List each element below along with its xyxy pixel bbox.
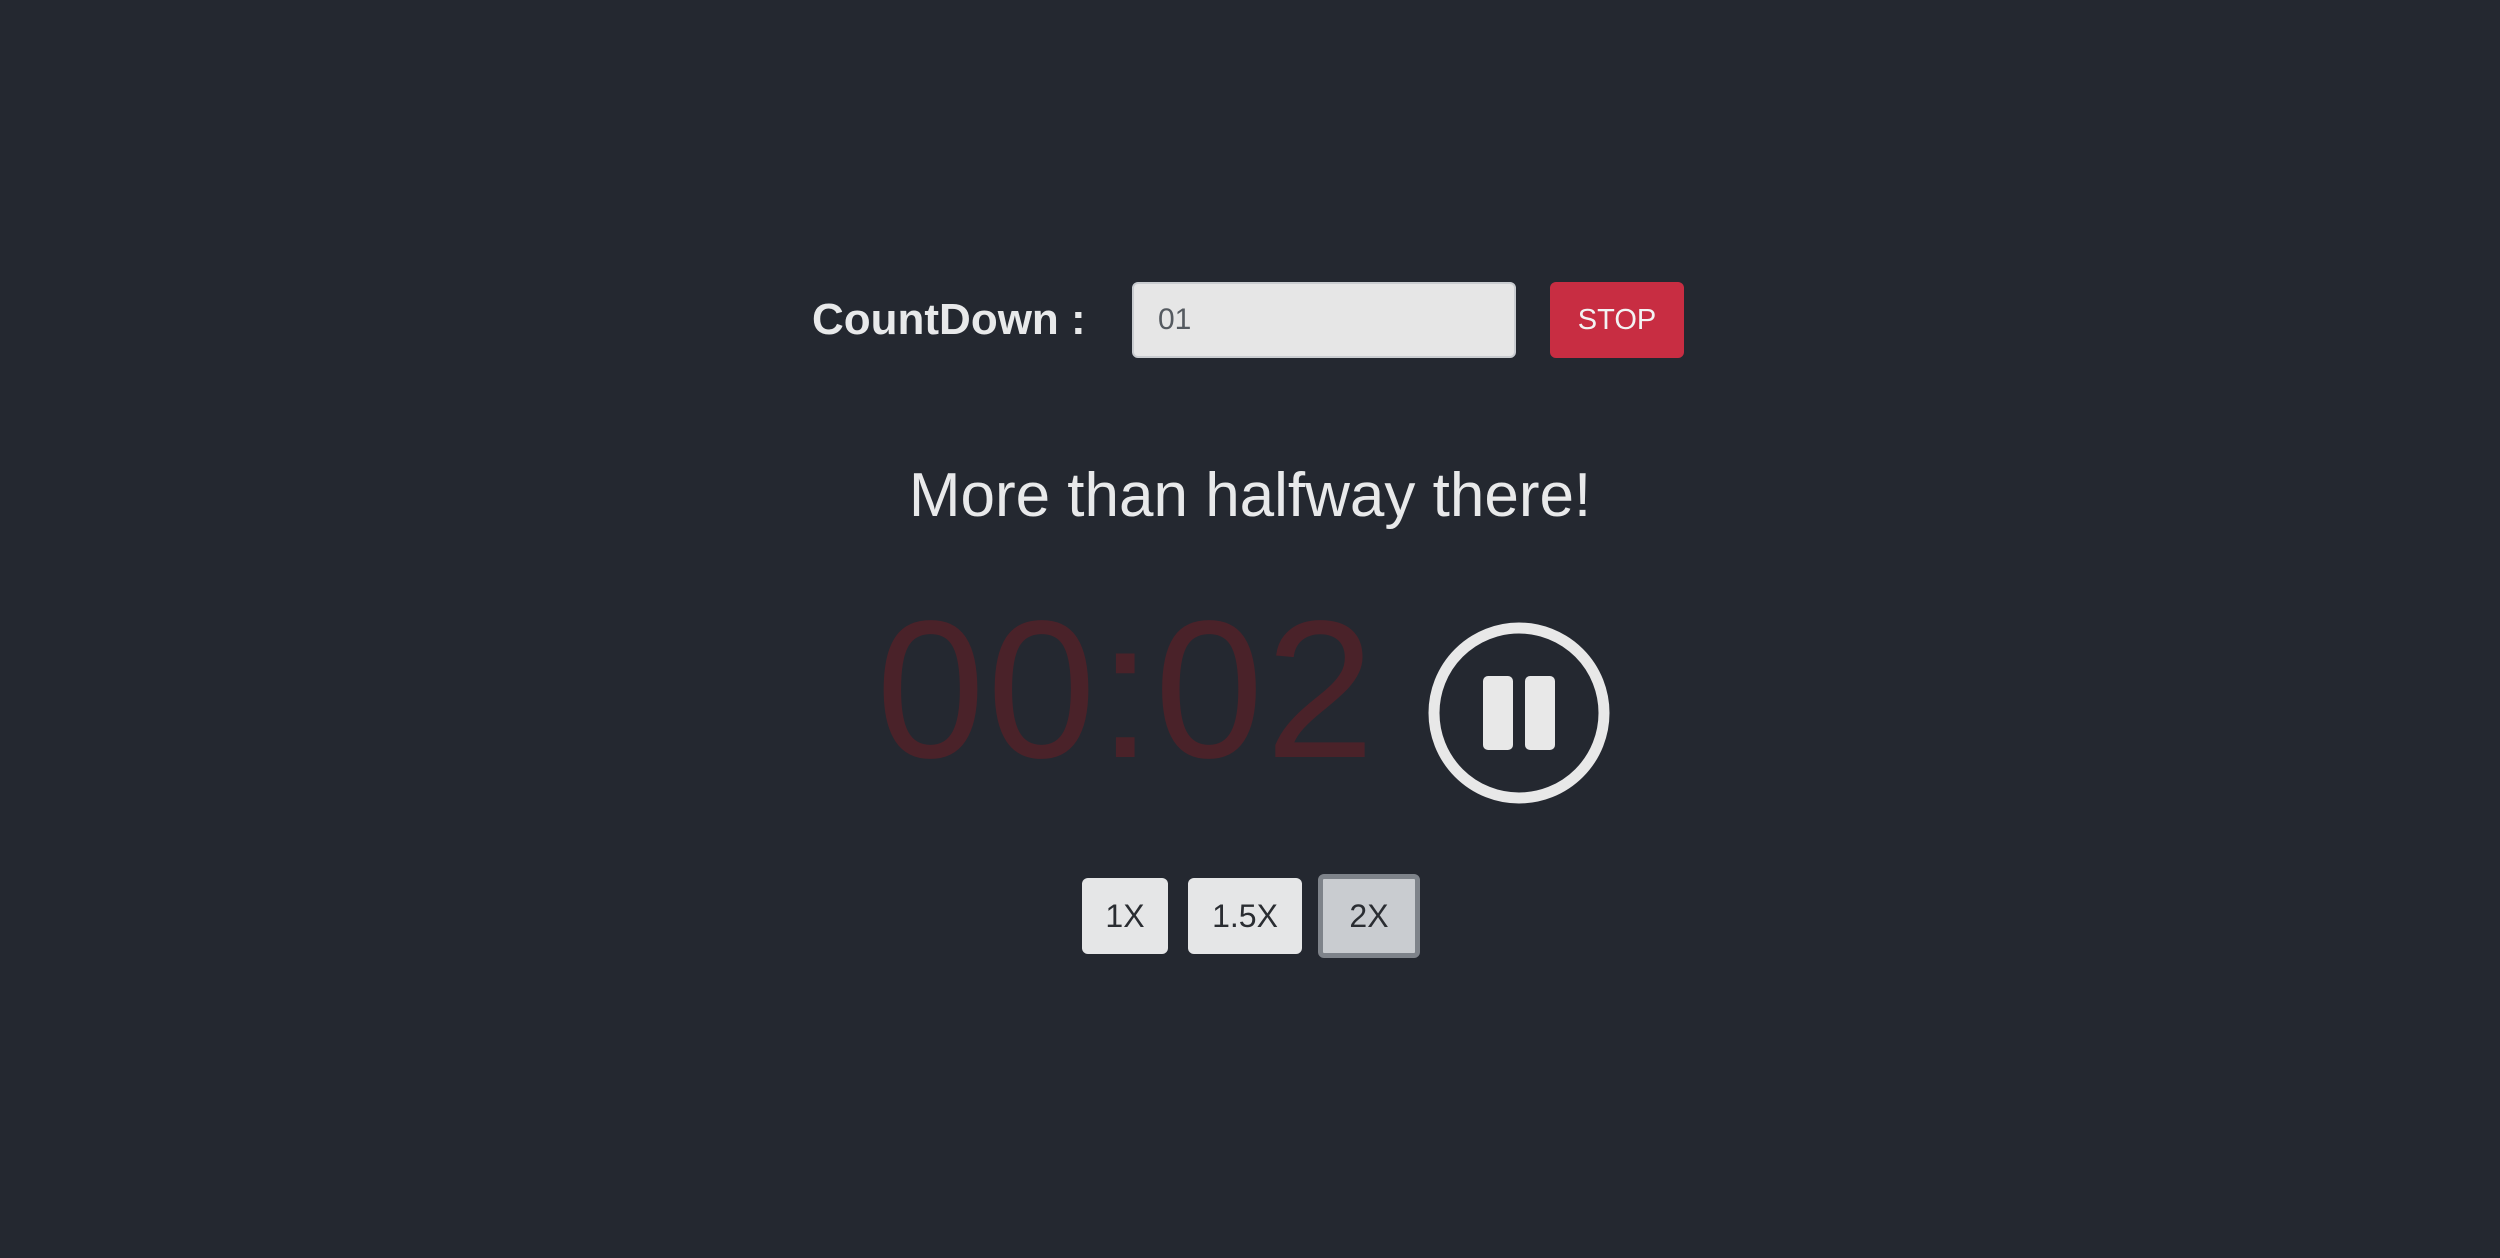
pause-circle-icon [1428, 622, 1610, 804]
timer-display: 00:02 [876, 580, 1377, 799]
countdown-minutes-input[interactable] [1132, 282, 1516, 358]
speed-2x-button[interactable]: 2X [1318, 874, 1420, 958]
countdown-label: CountDown : [812, 295, 1086, 344]
stop-button[interactable]: STOP [1550, 282, 1684, 358]
speed-1x-button[interactable]: 1X [1082, 878, 1168, 954]
countdown-form: CountDown : STOP [0, 282, 2500, 358]
speed-1-5x-button[interactable]: 1.5X [1188, 878, 1302, 954]
speed-selector: 1X 1.5X 2X [0, 874, 2500, 958]
pause-button[interactable] [1426, 620, 1612, 806]
status-message: More than halfway there! [908, 461, 1592, 530]
countdown-page: CountDown : STOP More than halfway there… [0, 0, 2500, 1258]
